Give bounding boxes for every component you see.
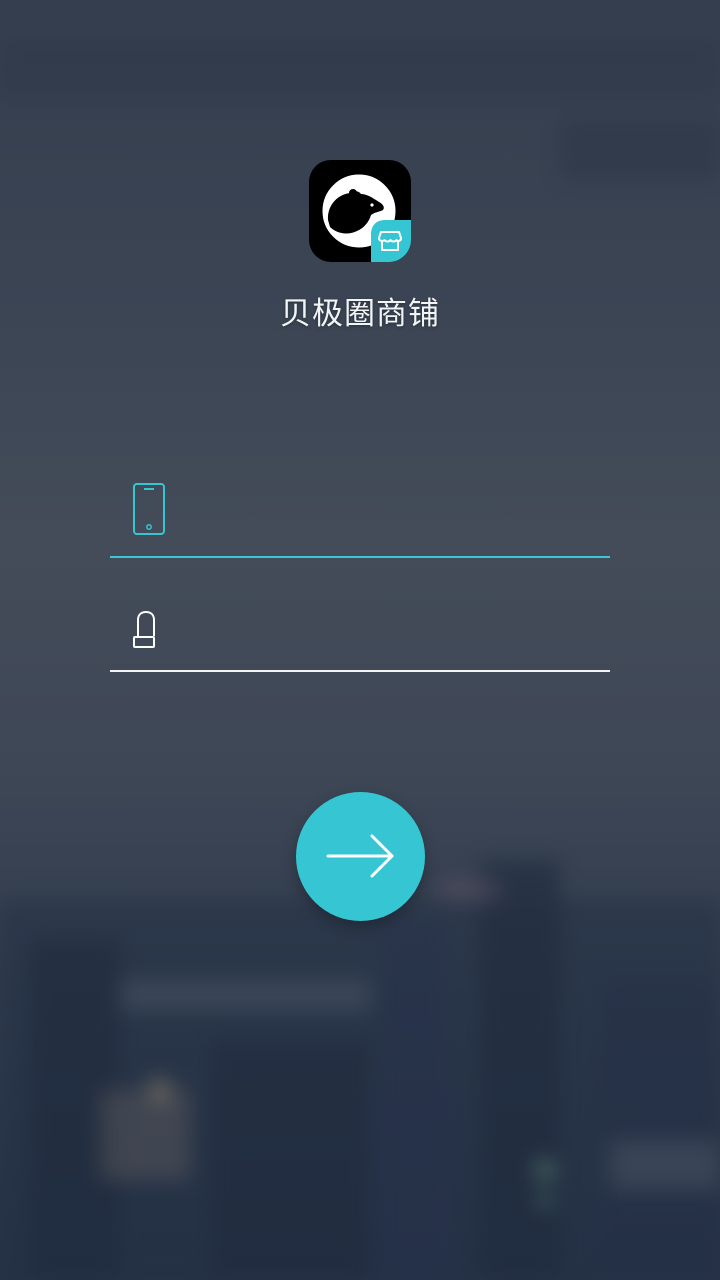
- app-name: 贝极圈商铺: [280, 296, 440, 332]
- lock-icon: [133, 610, 155, 648]
- login-screen: 贝极圈商铺: [0, 0, 720, 1280]
- password-field[interactable]: [110, 598, 610, 672]
- password-input[interactable]: [190, 608, 610, 664]
- login-submit-button[interactable]: [296, 792, 425, 921]
- app-logo: [309, 160, 411, 262]
- smartphone-icon: [133, 483, 165, 535]
- phone-input[interactable]: [190, 480, 610, 550]
- arrow-right-icon: [326, 834, 394, 878]
- phone-field[interactable]: [110, 470, 610, 558]
